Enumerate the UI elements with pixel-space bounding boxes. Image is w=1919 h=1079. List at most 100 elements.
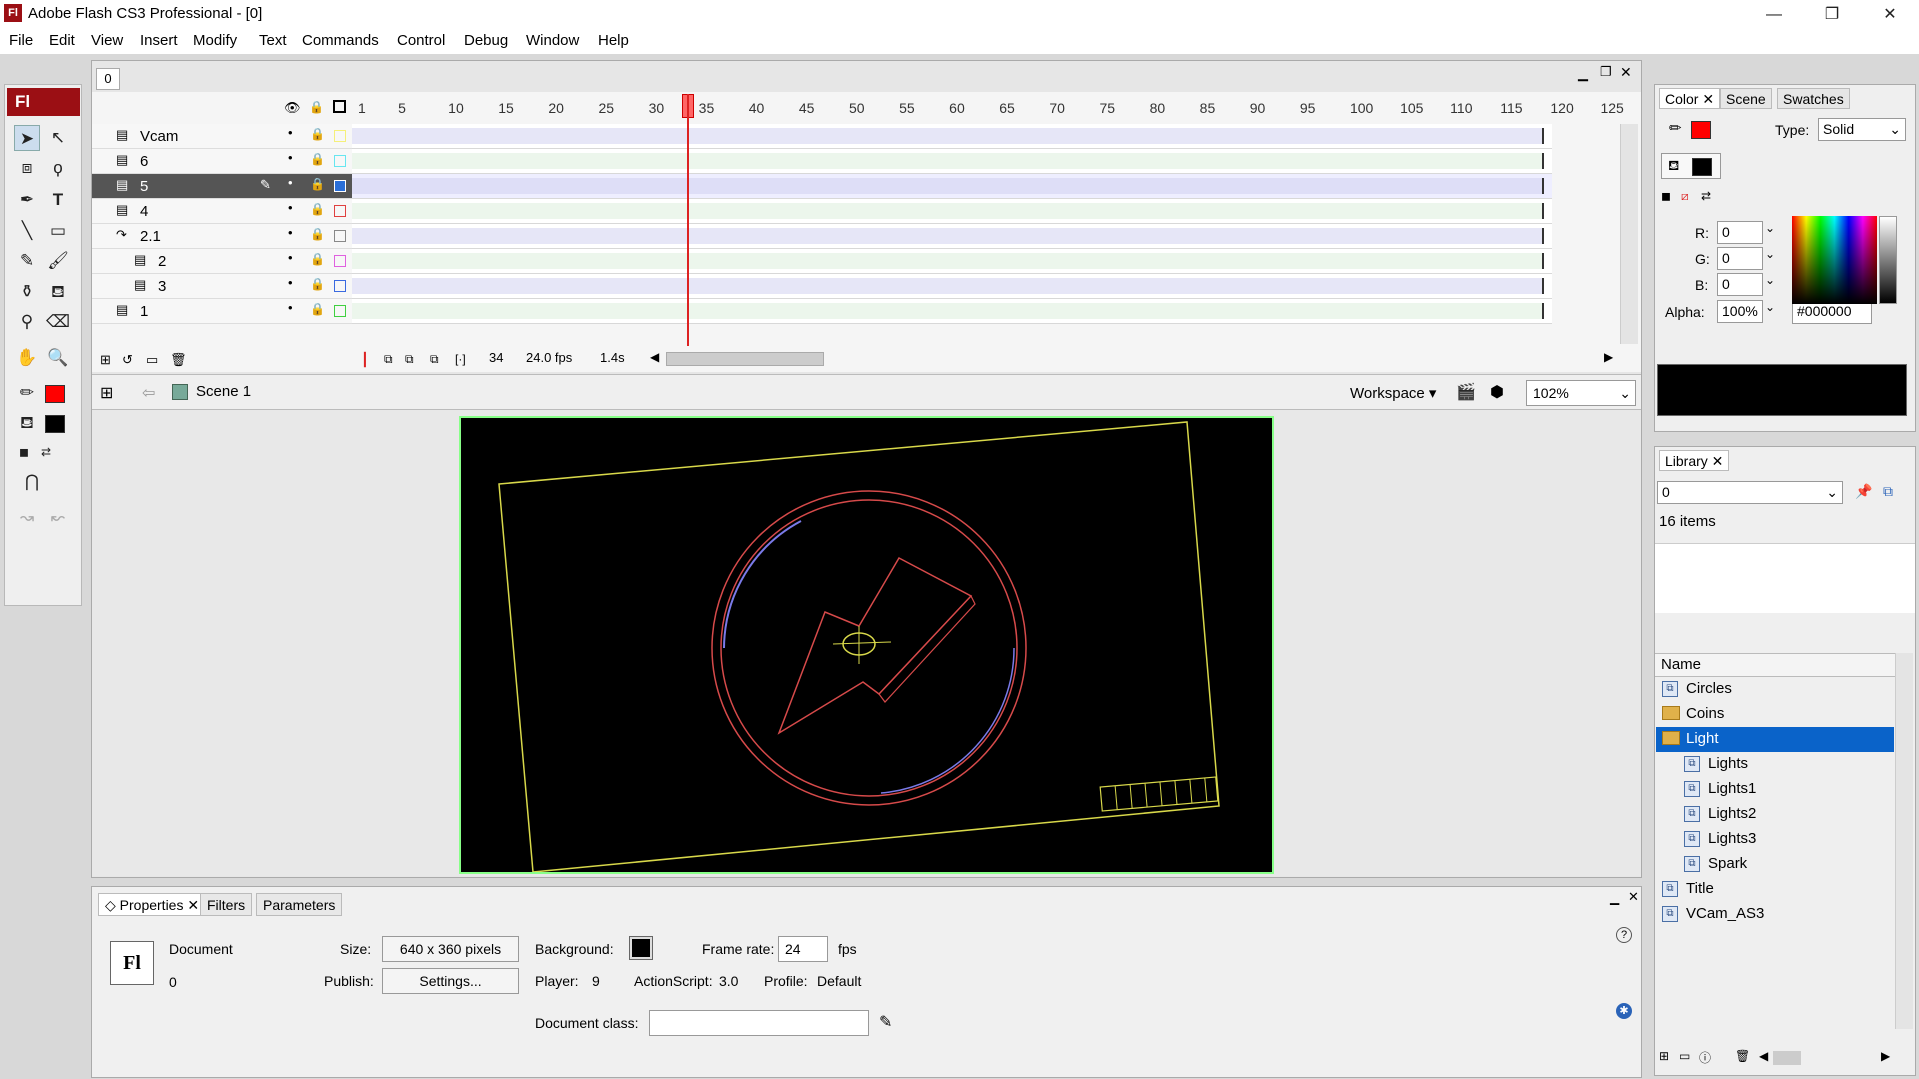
library-name-header[interactable]: Name <box>1655 653 1895 677</box>
tab-scene[interactable]: Scene <box>1720 88 1772 109</box>
zoom-select[interactable]: 102% ⌄ <box>1526 380 1636 406</box>
layer-frames[interactable] <box>352 149 1552 174</box>
delete-item-icon[interactable]: 🗑 <box>1735 1049 1750 1063</box>
visibility-dot-icon[interactable]: • <box>288 200 293 215</box>
library-doc-select[interactable]: 0 ⌄ <box>1657 481 1843 504</box>
settings-button[interactable]: Settings... <box>382 968 519 994</box>
scene-name[interactable]: Scene 1 <box>196 383 251 400</box>
tab-swatches[interactable]: Swatches <box>1777 88 1850 109</box>
timeline-h-scroll-thumb[interactable] <box>666 352 824 366</box>
color-spectrum[interactable] <box>1792 216 1877 304</box>
pen-tool-icon[interactable]: ✒ <box>14 187 40 213</box>
lock-icon[interactable]: 🔒 <box>310 227 325 241</box>
add-motion-guide-icon[interactable]: ↺ <box>122 352 133 368</box>
props-close-icon[interactable]: ✕ <box>1628 889 1639 905</box>
layer-frames[interactable] <box>352 299 1552 324</box>
fill-color-swatch[interactable] <box>45 415 65 433</box>
tab-properties[interactable]: ◇ Properties ✕ <box>98 893 207 916</box>
free-transform-tool-icon[interactable]: ⧈ <box>14 155 40 181</box>
layer-row[interactable]: ↷ 2.1 • 🔒 <box>92 224 352 249</box>
scroll-right-icon[interactable]: ▶ <box>1604 350 1613 364</box>
brush-tool-icon[interactable]: 🖌 <box>45 248 71 274</box>
visibility-dot-icon[interactable]: • <box>288 225 293 240</box>
size-button[interactable]: 640 x 360 pixels <box>382 936 519 962</box>
fill-color-icon[interactable]: ⛾ <box>14 410 40 436</box>
lock-icon[interactable]: 🔒 <box>310 277 325 291</box>
edit-class-pencil-icon[interactable]: ✎ <box>879 1012 892 1032</box>
doc-restore-icon[interactable]: ❐ <box>1600 64 1612 80</box>
insert-layer-icon[interactable]: ⊞ <box>100 352 111 368</box>
menu-commands[interactable]: Commands <box>302 32 379 49</box>
menu-text[interactable]: Text <box>259 32 287 49</box>
library-item[interactable]: Coins <box>1656 702 1894 727</box>
visibility-dot-icon[interactable]: • <box>288 150 293 165</box>
onion-skin-icon[interactable]: ⧉ <box>384 352 393 367</box>
zoom-tool-icon[interactable]: 🔍 <box>45 345 71 371</box>
layer-outline-color[interactable] <box>334 130 346 142</box>
library-item[interactable]: ⧉ Circles <box>1656 677 1894 702</box>
tab-library[interactable]: Library ✕ <box>1659 450 1730 471</box>
black-white-icon[interactable]: ◼ <box>1661 189 1671 203</box>
menu-view[interactable]: View <box>91 32 123 49</box>
layer-frames[interactable] <box>352 274 1552 299</box>
doc-close-icon[interactable]: ✕ <box>1620 64 1632 81</box>
layer-outline-color[interactable] <box>334 280 346 292</box>
document-tab[interactable]: 0 <box>96 68 120 90</box>
edit-multiple-frames-icon[interactable]: ⧉ <box>430 352 439 367</box>
layer-row[interactable]: ▤ 1 • 🔒 <box>92 299 352 324</box>
layer-frames[interactable] <box>352 174 1552 199</box>
layer-row[interactable]: ▤ Vcam • 🔒 <box>92 124 352 149</box>
library-scroll-right-icon[interactable]: ▶ <box>1881 1049 1890 1063</box>
menu-help[interactable]: Help <box>598 32 629 49</box>
layer-name[interactable]: 3 <box>158 278 166 295</box>
frame-span[interactable] <box>352 228 1544 244</box>
new-symbol-icon[interactable]: ⊞ <box>1659 1049 1669 1063</box>
back-arrow-icon[interactable]: ⇦ <box>142 383 155 403</box>
alpha-dropdown-icon[interactable]: ⌄ <box>1765 300 1775 314</box>
show-hide-all-icon[interactable]: 👁 <box>284 100 301 116</box>
lock-icon[interactable]: 🔒 <box>310 202 325 216</box>
menu-control[interactable]: Control <box>397 32 445 49</box>
library-item[interactable]: Light <box>1656 727 1894 752</box>
edit-symbols-icon[interactable]: ⬢ <box>1490 382 1504 402</box>
menu-file[interactable]: File <box>9 32 33 49</box>
eraser-tool-icon[interactable]: ⌫ <box>45 309 71 335</box>
tab-parameters[interactable]: Parameters <box>256 893 343 916</box>
layer-outline-color[interactable] <box>334 255 346 267</box>
library-item[interactable]: ⧉ Lights1 <box>1656 777 1894 802</box>
swap-colors-icon[interactable]: ⇄ <box>1701 189 1711 203</box>
lock-icon[interactable]: 🔒 <box>310 127 325 141</box>
visibility-dot-icon[interactable]: • <box>288 175 293 190</box>
frame-span[interactable] <box>352 278 1544 294</box>
menu-modify[interactable]: Modify <box>193 32 237 49</box>
restore-button[interactable]: ❐ <box>1803 0 1861 29</box>
pin-library-icon[interactable]: 📌 <box>1855 483 1872 500</box>
layer-row[interactable]: ▤ 2 • 🔒 <box>92 249 352 274</box>
background-color-swatch[interactable] <box>629 936 653 960</box>
delete-layer-icon[interactable]: 🗑 <box>170 352 187 368</box>
layer-frames[interactable] <box>352 224 1552 249</box>
timeline-toggle-icon[interactable]: ⊞ <box>100 383 113 403</box>
center-frame-icon[interactable]: ┃ <box>361 352 369 368</box>
frame-span[interactable] <box>352 303 1544 319</box>
g-input[interactable]: 0 <box>1717 247 1763 270</box>
scroll-left-icon[interactable]: ◀ <box>650 350 659 364</box>
layer-frames[interactable] <box>352 199 1552 224</box>
rectangle-tool-icon[interactable]: ▭ <box>45 218 71 244</box>
g-dropdown-icon[interactable]: ⌄ <box>1765 247 1775 261</box>
type-select[interactable]: Solid ⌄ <box>1818 118 1906 141</box>
subselection-tool-icon[interactable]: ↖ <box>45 125 71 151</box>
insert-folder-icon[interactable]: ▭ <box>146 352 158 368</box>
layer-frames[interactable] <box>352 249 1552 274</box>
layer-name[interactable]: 2.1 <box>140 228 161 245</box>
layer-outline-color[interactable] <box>334 205 346 217</box>
lock-icon[interactable]: 🔒 <box>310 302 325 316</box>
lock-icon[interactable]: 🔒 <box>310 252 325 266</box>
visibility-dot-icon[interactable]: • <box>288 250 293 265</box>
doc-minimize-icon[interactable]: ▁ <box>1578 66 1588 82</box>
swap-colors-icon[interactable]: ⇄ <box>33 439 59 465</box>
layer-row[interactable]: ▤ 5 ✎ • 🔒 <box>92 174 352 199</box>
frame-span[interactable] <box>352 253 1544 269</box>
b-input[interactable]: 0 <box>1717 273 1763 296</box>
tab-filters[interactable]: Filters <box>200 893 253 916</box>
